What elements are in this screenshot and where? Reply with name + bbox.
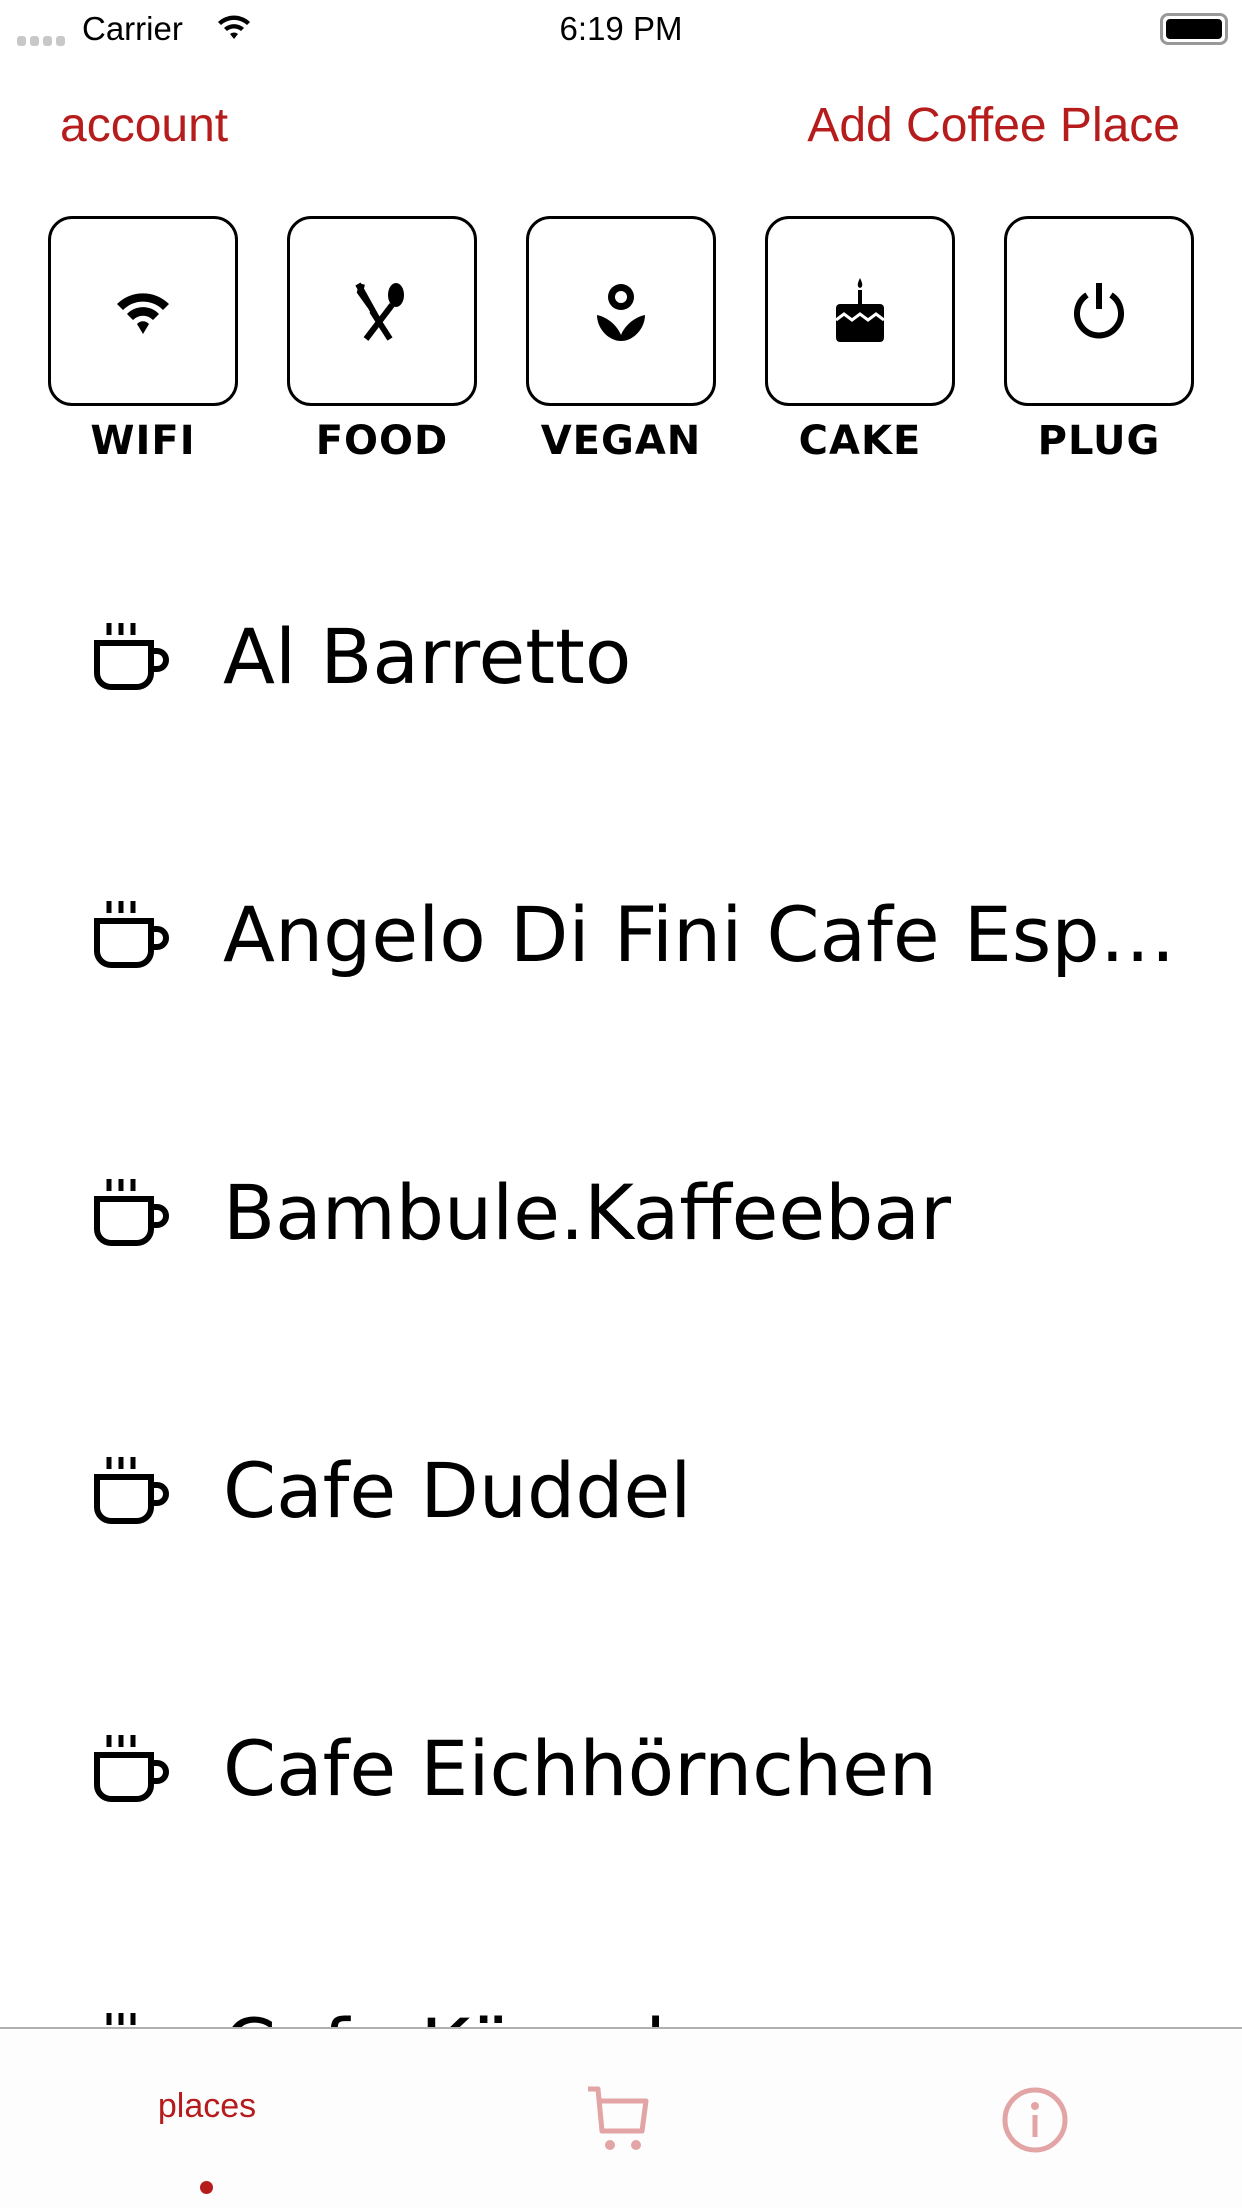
filter-label: FOOD: [315, 418, 449, 464]
flower-icon: [597, 284, 645, 341]
filter-food[interactable]: FOOD: [287, 216, 477, 464]
filter-label: CAKE: [798, 418, 922, 464]
filter-plug[interactable]: PLUG: [1004, 216, 1194, 464]
filter-bar: WIFI FOOD VEGAN CAKE PLUG: [48, 216, 1194, 464]
place-name: Bambule.Kaffeebar: [223, 1167, 952, 1257]
coffee-cup-icon: [94, 901, 169, 968]
tab-bar: places: [0, 2027, 1242, 2208]
list-item[interactable]: Cafe Käuzchen: [0, 1907, 1242, 2027]
list-item[interactable]: Cafe Duddel: [0, 1351, 1242, 1629]
clock: 6:19 PM: [559, 10, 683, 47]
coffee-cup-icon: [94, 1457, 169, 1524]
tab-places[interactable]: places: [0, 2029, 414, 2210]
wifi-icon: [117, 293, 169, 334]
list-item[interactable]: Al Barretto: [0, 517, 1242, 795]
place-name: Cafe Duddel: [223, 1445, 692, 1535]
battery-icon: [1160, 13, 1228, 45]
fork-spoon-icon: [355, 282, 404, 341]
coffee-cup-icon: [94, 1735, 169, 1802]
active-tab-indicator: [200, 2181, 213, 2194]
place-name: Angelo Di Fini Cafe Espresso: [223, 889, 1183, 979]
power-icon: [1074, 283, 1124, 339]
list-item[interactable]: Cafe Eichhörnchen: [0, 1629, 1242, 1907]
add-coffee-place-button[interactable]: Add Coffee Place: [807, 98, 1180, 153]
tab-cart[interactable]: [414, 2029, 828, 2210]
filter-label: VEGAN: [540, 418, 702, 464]
info-icon: [1002, 2087, 1068, 2152]
filter-wifi[interactable]: WIFI: [48, 216, 238, 464]
tab-places-label: places: [157, 2087, 257, 2125]
list-item[interactable]: Angelo Di Fini Cafe Espresso: [0, 795, 1242, 1073]
status-bar: Carrier 6:19 PM: [0, 0, 1242, 60]
filter-label: PLUG: [1037, 418, 1161, 464]
coffee-cup-icon: [94, 1179, 169, 1246]
cake-icon: [835, 278, 885, 342]
coffee-cup-icon: [94, 623, 169, 690]
tab-info[interactable]: [828, 2029, 1242, 2210]
account-button[interactable]: account: [60, 98, 228, 153]
place-name: Al Barretto: [223, 611, 632, 701]
filter-vegan[interactable]: VEGAN: [526, 216, 716, 464]
list-item[interactable]: Bambule.Kaffeebar: [0, 1073, 1242, 1351]
cart-icon: [588, 2086, 649, 2150]
places-list[interactable]: Al Barretto Angelo Di Fini Cafe Espresso…: [0, 517, 1242, 2027]
place-name: Cafe Käuzchen: [223, 2002, 788, 2028]
place-name: Cafe Eichhörnchen: [223, 1723, 938, 1813]
filter-label: WIFI: [90, 418, 196, 464]
filter-cake[interactable]: CAKE: [765, 216, 955, 464]
coffee-cup-icon: [106, 2013, 136, 2025]
